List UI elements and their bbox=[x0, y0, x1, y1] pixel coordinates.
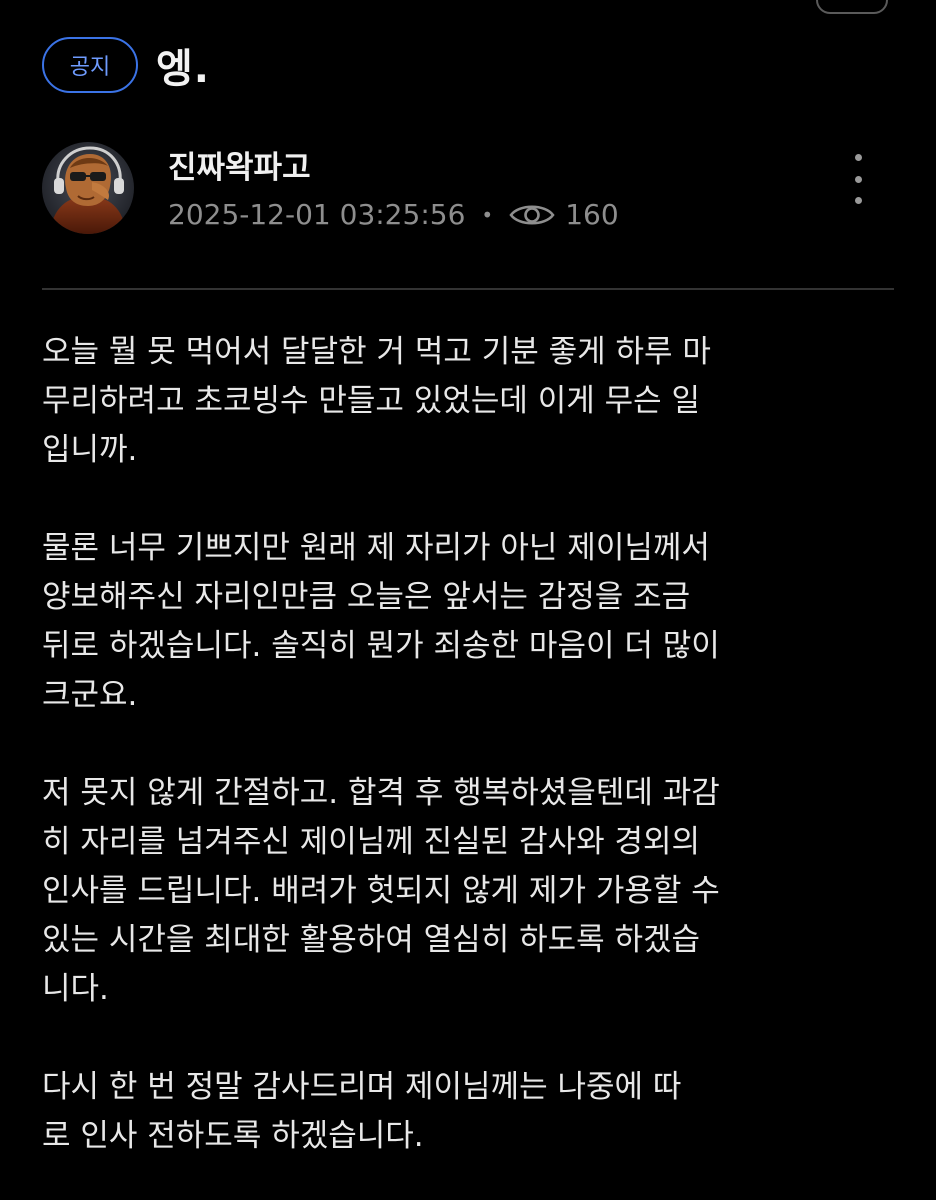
post-line: 뒤로 하겠습니다. 솔직히 뭔가 죄송한 마음이 더 많이 bbox=[42, 628, 720, 664]
post-title-row: 공지 엥. bbox=[42, 36, 210, 94]
post-line: 다시 한 번 정말 감사드리며 제이님께는 나중에 따 bbox=[42, 1069, 682, 1105]
post-line: 크군요. bbox=[42, 677, 138, 713]
author-avatar[interactable] bbox=[42, 142, 134, 234]
post-line: 니다. bbox=[42, 971, 109, 1007]
more-vertical-icon-dot-middle bbox=[854, 175, 862, 183]
post-paragraph: 오늘 뭘 못 먹어서 달달한 거 먹고 기분 좋게 하루 마 무리하려고 초코빙… bbox=[42, 328, 894, 475]
post-line: 저 못지 않게 간절하고. 합격 후 행복하셨을텐데 과감 bbox=[42, 775, 720, 811]
eye-icon bbox=[509, 201, 555, 229]
post-line: 무리하려고 초코빙수 만들고 있었는데 이게 무슨 일 bbox=[42, 383, 701, 419]
post-timestamp: 2025-12-01 03:25:56 bbox=[168, 198, 466, 231]
post-line: 인사를 드립니다. 배려가 헛되지 않게 제가 가용할 수 bbox=[42, 873, 720, 909]
post-paragraph: 저 못지 않게 간절하고. 합격 후 행복하셨을텐데 과감 히 자리를 넘겨주신… bbox=[42, 769, 894, 1014]
meta-separator: • bbox=[481, 202, 494, 227]
more-vertical-icon-dot-bottom bbox=[854, 197, 862, 204]
post-title: 엥. bbox=[156, 46, 210, 92]
post-line: 입니까. bbox=[42, 432, 138, 468]
more-options-button[interactable] bbox=[838, 154, 878, 204]
post-paragraph: 다시 한 번 정말 감사드리며 제이님께는 나중에 따 로 인사 전하도록 하겠… bbox=[42, 1063, 894, 1161]
post-line: 물론 너무 기쁘지만 원래 제 자리가 아닌 제이님께서 bbox=[42, 530, 710, 566]
more-vertical-icon-dot-top bbox=[854, 154, 862, 161]
post-meta: 2025-12-01 03:25:56 • 160 bbox=[168, 198, 619, 231]
header-divider bbox=[42, 288, 894, 290]
post-line: 있는 시간을 최대한 활용하여 열심히 하도록 하겠습 bbox=[42, 922, 701, 958]
post-body: 오늘 뭘 못 먹어서 달달한 거 먹고 기분 좋게 하루 마 무리하려고 초코빙… bbox=[42, 328, 894, 1161]
post-paragraph: 물론 너무 기쁘지만 원래 제 자리가 아닌 제이님께서 양보해주신 자리인만큼… bbox=[42, 524, 894, 720]
avatar-image bbox=[42, 142, 134, 234]
view-count: 160 bbox=[565, 198, 619, 231]
post-line: 양보해주신 자리인만큼 오늘은 앞서는 감정을 조금 bbox=[42, 579, 691, 615]
author-name[interactable]: 진짜왁파고 bbox=[168, 142, 311, 187]
post-line: 오늘 뭘 못 먹어서 달달한 거 먹고 기분 좋게 하루 마 bbox=[42, 334, 711, 370]
post-line: 히 자리를 넘겨주신 제이님께 진실된 감사와 경외의 bbox=[42, 824, 701, 860]
top-action-button-fragment[interactable] bbox=[816, 0, 888, 14]
notice-badge: 공지 bbox=[42, 37, 138, 93]
post-line: 로 인사 전하도록 하겠습니다. bbox=[42, 1118, 424, 1154]
